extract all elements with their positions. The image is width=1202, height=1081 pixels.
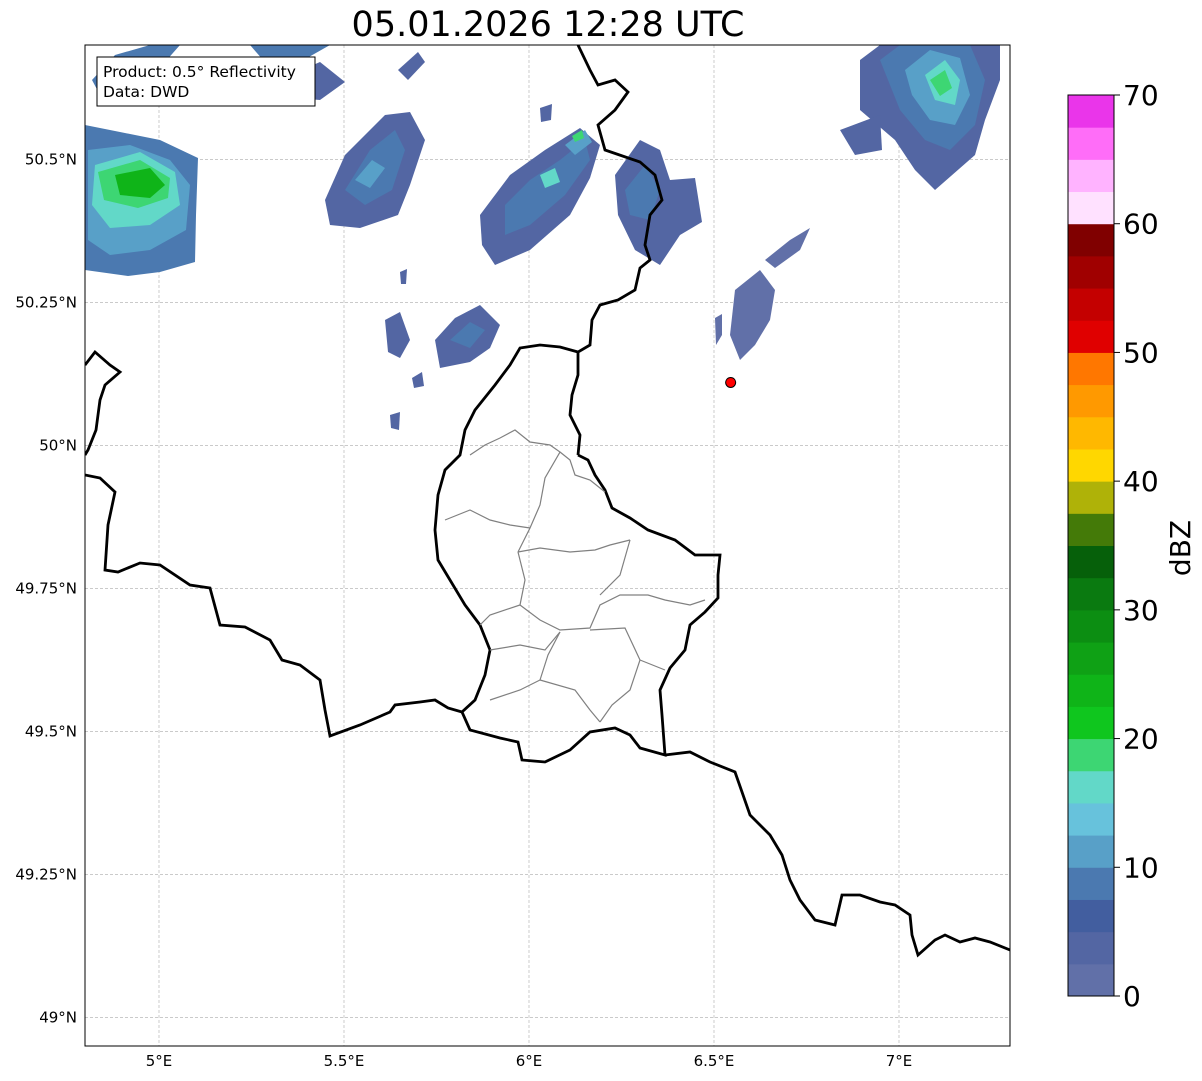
colorbar-segment [1068,770,1114,804]
colorbar-segment [1068,320,1114,353]
lon-tick-label: 6°E [516,1052,543,1070]
echo-band-central-north [325,112,425,228]
colorbar-ticks: 0 10 20 30 40 50 60 70 [1114,79,1159,1013]
belgium-west-border [85,349,123,456]
colorbar-segment [1068,545,1114,579]
lat-tick-label: 50°N [39,436,77,454]
colorbar-segment [1068,931,1114,965]
radar-site-marker [725,376,737,388]
lat-tick-label: 50.5°N [25,150,77,168]
lat-tick-label: 49.25°N [15,865,77,883]
colorbar-tick-label: 30 [1123,594,1159,627]
colorbar-segment [1068,577,1114,611]
colorbar-segment [1068,191,1114,225]
colorbar-segment [1068,159,1114,193]
colorbar-segment [1068,835,1114,868]
colorbar-tick-label: 60 [1123,208,1159,241]
lat-tick-label: 49.5°N [25,722,77,740]
colorbar-tick-label: 0 [1123,980,1141,1013]
info-data-text: Data: DWD [103,83,189,101]
colorbar-segment [1068,706,1114,740]
colorbar-segment [1068,738,1114,772]
lat-tick-label: 49°N [39,1008,77,1026]
colorbar-segment [1068,963,1114,997]
colorbar-segment [1068,448,1114,482]
lat-tick-label: 50.25°N [15,293,77,311]
echo-streak-east [715,228,810,360]
lon-tick-label: 7°E [886,1052,913,1070]
colorbar-segment [1068,127,1114,160]
colorbar: 0 10 20 30 40 50 60 70 dBZ [1067,79,1197,1013]
colorbar-segment [1068,609,1114,643]
colorbar-tick-label: 50 [1123,336,1159,369]
lat-tick-label: 49.75°N [15,579,77,597]
colorbar-segment [1068,288,1114,321]
echo-cell-north-east [840,45,1000,190]
lon-tick-label: 5.5°E [324,1052,365,1070]
colorbar-segment [1068,899,1114,933]
lon-tick-label: 5°E [146,1052,173,1070]
product-info-box: Product: 0.5° Reflectivity Data: DWD [96,56,316,107]
colorbar-segment [1068,352,1114,386]
lon-tick-label: 6.5°E [694,1052,735,1070]
colorbar-tick-label: 20 [1123,723,1159,756]
colorbar-segment [1068,95,1114,128]
radar-map-figure: 50.5°N 50.25°N 50°N 49.75°N 49.5°N 49.25°N 49°… [15,44,1197,1070]
colorbar-segment [1068,642,1114,675]
colorbar-segment [1068,416,1114,450]
colorbar-segment [1068,674,1114,707]
colorbar-segment [1068,481,1114,514]
colorbar-segment [1068,513,1114,546]
longitude-tick-labels: 5°E 5.5°E 6°E 6.5°E 7°E [146,1052,913,1070]
colorbar-segment [1068,223,1114,257]
latitude-tick-labels: 50.5°N 50.25°N 50°N 49.75°N 49.5°N 49.25°N 49°… [15,150,77,1026]
echo-cell-west [85,125,198,276]
colorbar-tick-label: 70 [1123,79,1159,112]
colorbar-segment [1068,867,1114,900]
france-belgium-border [85,473,463,738]
luxembourg-border [433,343,722,764]
colorbar-tick-label: 40 [1123,465,1159,498]
echo-band-north-luxembourg [480,128,600,265]
colorbar-label: dBZ [1164,520,1197,576]
colorbar-segment [1068,255,1114,289]
info-product-text: Product: 0.5° Reflectivity [103,63,296,81]
france-germany-border [664,750,1010,958]
colorbar-tick-label: 10 [1123,851,1159,884]
colorbar-segment [1068,384,1114,418]
colorbar-segments [1068,95,1114,997]
colorbar-segment [1068,802,1114,836]
